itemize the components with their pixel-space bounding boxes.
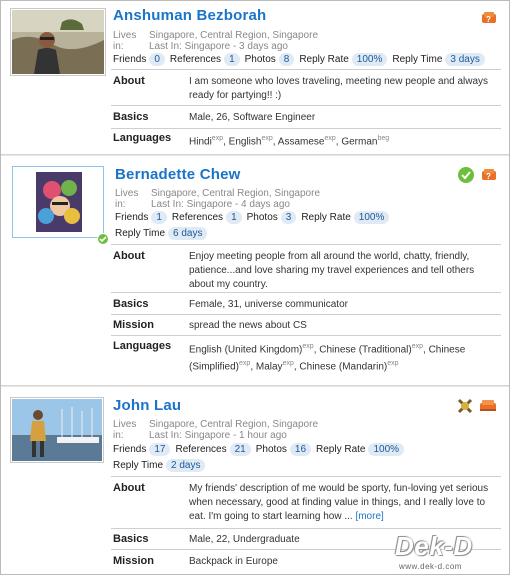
- divider: [111, 335, 501, 336]
- search-results: Anshuman Bezborah ? Lives in: Singapore, …: [0, 0, 510, 575]
- divider: [111, 476, 501, 477]
- languages-list: English (United Kingdom)exp, Chinese (Tr…: [189, 343, 466, 373]
- verified-check-icon[interactable]: [457, 166, 475, 184]
- more-link[interactable]: [more]: [355, 511, 383, 522]
- svg-text:?: ?: [486, 15, 491, 24]
- stat-friends[interactable]: Friends 1: [115, 210, 167, 226]
- mission-label: Mission: [113, 319, 154, 331]
- last-in: Last In: Singapore - 3 days ago: [149, 41, 288, 52]
- profile-name[interactable]: Bernadette Chew: [115, 166, 241, 183]
- profile-photo-image: [12, 399, 102, 461]
- lives-value: Singapore, Central Region, Singapore: [149, 419, 318, 430]
- profile-card: Anshuman Bezborah ? Lives in: Singapore, …: [1, 1, 509, 155]
- lives-label: Lives in:: [113, 30, 137, 52]
- profile-photo[interactable]: [10, 8, 106, 76]
- profile-photo[interactable]: [10, 397, 104, 463]
- divider: [111, 105, 501, 106]
- status-icons: ?: [479, 9, 497, 27]
- divider: [111, 292, 501, 293]
- profile-photo-image: [12, 10, 104, 74]
- stats-bar: Friends 0 References 1 Photos 8 Reply Rate 100%…: [113, 52, 490, 68]
- divider: [111, 128, 501, 129]
- about-text: My friends' description of me would be s…: [189, 483, 489, 522]
- watermark-brand: Dek-D: [395, 531, 473, 561]
- verified-badge-icon: [97, 233, 109, 245]
- stat-reply-rate: Reply Rate 100%: [299, 52, 388, 68]
- about-text: I am someone who loves traveling, meetin…: [189, 76, 489, 101]
- mission-label: Mission: [113, 555, 154, 567]
- stat-reply-time: Reply Time 6 days: [115, 226, 208, 242]
- basics-label: Basics: [113, 111, 149, 123]
- last-in: Last In: Singapore - 1 hour ago: [149, 430, 287, 441]
- divider: [111, 69, 501, 70]
- stats-bar: Friends 1 References 1 Photos 3 Reply Rate 100%…: [115, 210, 415, 242]
- location-block: Lives in: Singapore, Central Region, Sing…: [115, 188, 320, 210]
- profile-card: Bernadette Chew ? Lives in: Singapore, Ce…: [1, 155, 509, 386]
- divider: [111, 244, 501, 245]
- watermark-url: www.dek-d.com: [399, 562, 462, 571]
- about-text: Enjoy meeting people from all around the…: [189, 251, 475, 290]
- profile-name[interactable]: John Lau: [113, 397, 181, 414]
- couch-unavailable-icon[interactable]: ?: [481, 168, 497, 182]
- location-block: Lives in: Singapore, Central Region, Sing…: [113, 419, 318, 441]
- stat-reply-rate: Reply Rate 100%: [316, 442, 405, 458]
- stat-photos[interactable]: Photos 16: [256, 442, 312, 458]
- ambassador-icon[interactable]: [457, 398, 473, 414]
- basics-text: Male, 26, Software Engineer: [189, 112, 316, 123]
- divider: [111, 528, 501, 529]
- stats-bar: Friends 17 References 21 Photos 16 Reply Rate 1…: [113, 442, 423, 474]
- stat-friends[interactable]: Friends 0: [113, 52, 165, 68]
- about-label: About: [113, 250, 145, 262]
- basics-label: Basics: [113, 298, 149, 310]
- stat-reply-time: Reply Time 2 days: [113, 458, 206, 474]
- languages-list: Hindiexp, Englishexp, Assameseexp, Germa…: [189, 135, 390, 148]
- lives-label: Lives in:: [113, 419, 137, 441]
- about-label: About: [113, 75, 145, 87]
- svg-text:?: ?: [486, 172, 491, 181]
- stat-reply-time: Reply Time 3 days: [392, 52, 485, 68]
- basics-text: Female, 31, universe communicator: [189, 299, 348, 310]
- languages-label: Languages: [113, 132, 172, 144]
- stat-reply-rate: Reply Rate 100%: [301, 210, 390, 226]
- lives-label: Lives in:: [115, 188, 139, 210]
- status-icons: ?: [455, 166, 497, 184]
- mission-text: spread the news about CS: [189, 320, 307, 331]
- languages-label: Languages: [113, 340, 172, 352]
- divider: [111, 314, 501, 315]
- last-in: Last In: Singapore - 4 days ago: [151, 199, 290, 210]
- lives-value: Singapore, Central Region, Singapore: [151, 188, 320, 199]
- stat-references[interactable]: References 21: [175, 442, 251, 458]
- status-icons: [455, 397, 497, 415]
- stat-friends[interactable]: Friends 17: [113, 442, 171, 458]
- watermark-logo: Dek-D www.dek-d.com: [393, 531, 505, 574]
- profile-photo[interactable]: [12, 166, 109, 245]
- basics-label: Basics: [113, 533, 149, 545]
- couch-available-icon[interactable]: [479, 399, 497, 413]
- stat-photos[interactable]: Photos 8: [245, 52, 295, 68]
- stat-references[interactable]: References 1: [170, 52, 240, 68]
- stat-photos[interactable]: Photos 3: [247, 210, 297, 226]
- about-label: About: [113, 482, 145, 494]
- stat-references[interactable]: References 1: [172, 210, 242, 226]
- location-block: Lives in: Singapore, Central Region, Sing…: [113, 30, 318, 52]
- couch-unavailable-icon[interactable]: ?: [481, 11, 497, 25]
- profile-photo-image: [14, 168, 102, 236]
- lives-value: Singapore, Central Region, Singapore: [149, 30, 318, 41]
- profile-name[interactable]: Anshuman Bezborah: [113, 7, 266, 24]
